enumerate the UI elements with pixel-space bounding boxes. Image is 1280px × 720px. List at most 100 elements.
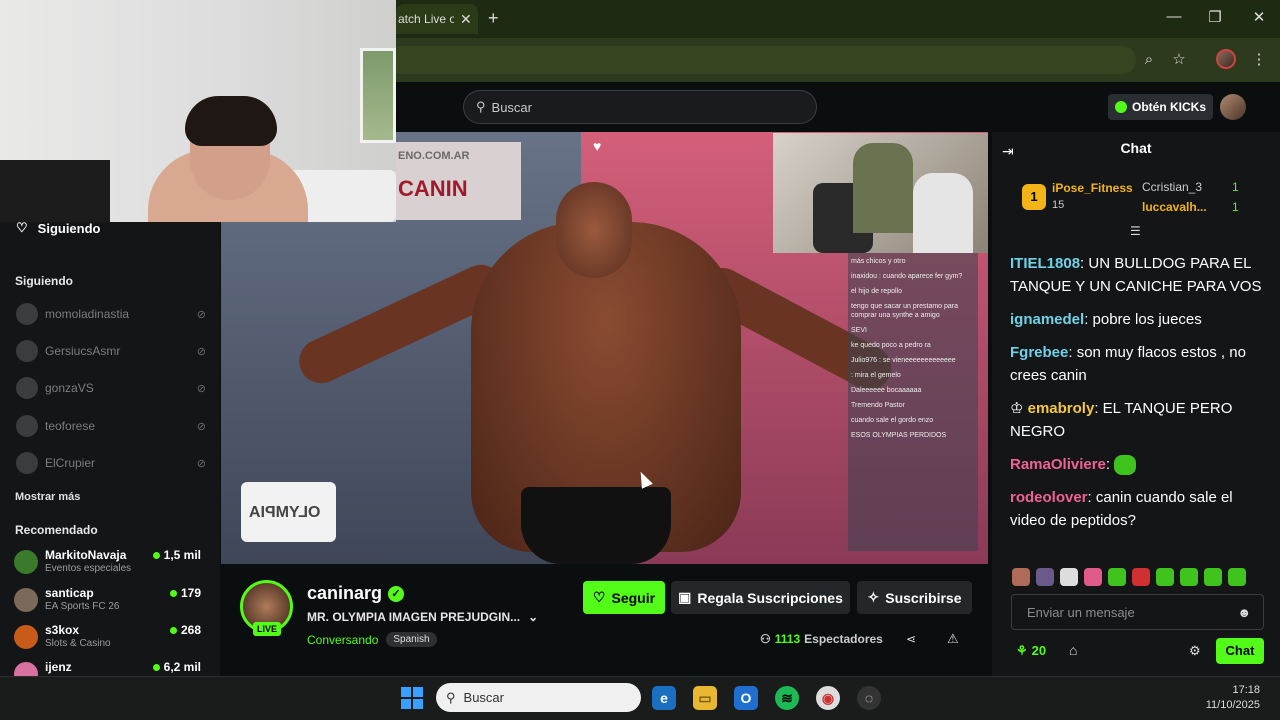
zoom-icon[interactable]: ⌕ — [1138, 49, 1160, 71]
address-field[interactable] — [396, 46, 1136, 74]
stream-title[interactable]: MR. OLYMPIA IMAGEN PREJUDGIN... ⌄ — [307, 610, 538, 624]
chat-message: ignamedel: pobre los jueces — [1010, 308, 1272, 331]
gift-subscriptions-label: Regala Suscripciones — [697, 589, 843, 606]
close-tab-icon[interactable]: ✕ — [460, 11, 472, 28]
emote-icon[interactable] — [1036, 568, 1054, 586]
viewer-count: 179 — [169, 586, 201, 600]
emote-icon[interactable] — [1108, 568, 1126, 586]
emote-icon[interactable] — [1132, 568, 1150, 586]
top-gifter-name[interactable]: iPose_Fitness — [1052, 181, 1133, 195]
taskbar-clock[interactable]: 17:18 11/10/2025 — [1190, 683, 1260, 713]
language-tag[interactable]: Spanish — [386, 632, 437, 647]
show-more-link[interactable]: Mostrar más — [15, 491, 80, 503]
chrome-icon[interactable]: ◉ — [816, 686, 840, 710]
bookmark-star-icon[interactable]: ☆ — [1168, 49, 1190, 71]
new-tab-button[interactable]: + — [488, 8, 499, 29]
sidebar-channel-gonzavs[interactable]: gonzaVS ⊘ — [16, 376, 206, 400]
taskbar-search-input[interactable]: ⚲ Buscar — [436, 683, 641, 712]
sidebar-channel-gersiucsasmr[interactable]: GersiucsAsmr ⊘ — [16, 339, 206, 363]
store-icon[interactable]: ⌂ — [1069, 642, 1077, 658]
emote-icon[interactable] — [1012, 568, 1030, 586]
search-input[interactable]: ⚲ Buscar — [463, 90, 817, 124]
chat-username[interactable]: rodeolover — [1010, 489, 1088, 506]
browser-profile-avatar[interactable] — [1216, 49, 1236, 69]
gifter-name[interactable]: luccavalh... — [1142, 200, 1207, 214]
sparkle-icon: ✧ — [867, 589, 880, 605]
streamer-name-text: caninarg — [307, 583, 383, 603]
clock-date: 11/10/2025 — [1205, 699, 1260, 711]
channel-name: teoforese — [45, 419, 96, 433]
chat-username[interactable]: ignamedel — [1010, 311, 1084, 328]
follow-button[interactable]: ♡ Seguir — [583, 581, 665, 614]
sidebar-channel-teoforese[interactable]: teoforese ⊘ — [16, 414, 206, 438]
sidebar-rec-santicap[interactable]: santicap EA Sports FC 26 179 — [14, 584, 204, 616]
sidebar-rec-markitonavaja[interactable]: MarkitoNavaja Eventos especiales 1,5 mil — [14, 546, 204, 578]
browser-menu-icon[interactable]: ⋮ — [1248, 49, 1270, 71]
heart-icon: ♥ — [593, 138, 602, 154]
sidebar-rec-ijenz[interactable]: ijenz 6,2 mil — [14, 658, 204, 676]
overlay-chat-line: SEVI — [851, 327, 867, 334]
emote-icon[interactable] — [1228, 568, 1246, 586]
expand-gifters-icon[interactable]: ☰ — [1130, 224, 1141, 238]
streamer-name[interactable]: caninarg ✓ — [307, 583, 405, 604]
video-figure-head — [556, 182, 632, 278]
overlay-chat-line: ke quedo poco a pedro ra — [851, 342, 931, 349]
maximize-button[interactable]: ❐ — [1200, 8, 1230, 26]
avatar — [14, 550, 38, 574]
channel-category: EA Sports FC 26 — [45, 601, 120, 612]
user-avatar[interactable] — [1220, 94, 1246, 120]
recording-app-icon[interactable]: ◌ — [857, 686, 881, 710]
get-kicks-label: Obtén KICKs — [1131, 100, 1206, 114]
emote-icon[interactable] — [1084, 568, 1102, 586]
viewer-count: 6,2 mil — [152, 660, 201, 674]
emote-icon[interactable] — [1204, 568, 1222, 586]
chevron-down-icon[interactable]: ⌄ — [528, 610, 538, 624]
pip-person — [853, 143, 913, 233]
outlook-icon[interactable]: O — [734, 686, 758, 710]
spotify-icon[interactable]: ≋ — [775, 686, 799, 710]
sidebar-channel-elcrupier[interactable]: ElCrupier ⊘ — [16, 451, 206, 475]
chat-username[interactable]: Fgrebee — [1010, 344, 1068, 361]
overlay-chat-line: inaxidou : cuando aparece fer gym? — [851, 273, 963, 280]
viewer-count-value: 6,2 mil — [163, 660, 201, 674]
minimize-button[interactable]: — — [1159, 8, 1189, 25]
subscribe-button[interactable]: ✧ Suscribirse — [857, 581, 972, 614]
avatar — [16, 303, 38, 325]
top-gifters-bar: 1 iPose_Fitness 15 Ccristian_3 1 luccava… — [1012, 176, 1264, 220]
report-icon[interactable]: ⚠ — [947, 631, 959, 647]
emote-icon[interactable] — [1156, 568, 1174, 586]
chat-username[interactable]: ITIEL1808 — [1010, 255, 1080, 272]
tab-title: atch Live o — [398, 12, 454, 26]
taskbar-search-placeholder: Buscar — [463, 690, 504, 705]
windows-start-icon[interactable] — [401, 687, 423, 709]
chat-username[interactable]: emabroly — [1028, 400, 1095, 417]
share-icon[interactable]: ⋖ — [906, 632, 916, 646]
get-kicks-button[interactable]: Obtén KICKs — [1108, 94, 1213, 120]
sidebar-rec-s3kox[interactable]: s3kox Slots & Casino 268 — [14, 621, 204, 653]
edge-icon[interactable]: e — [652, 686, 676, 710]
emote-icon[interactable] — [1180, 568, 1198, 586]
gear-icon[interactable]: ⚙ — [1189, 643, 1201, 659]
stream-category-row: Conversando Spanish — [307, 632, 437, 647]
kicks-balance[interactable]: ⚘ 20 — [1016, 643, 1046, 659]
chat-username[interactable]: RamaOliviere — [1010, 456, 1106, 473]
browser-tab[interactable]: atch Live o ✕ — [396, 4, 478, 34]
overlay-chat-line: el hijo de repollo — [851, 288, 902, 295]
emoji-picker-icon[interactable]: ☻ — [1237, 605, 1251, 620]
close-window-button[interactable]: ✕ — [1244, 8, 1274, 26]
emote-bar — [1012, 568, 1264, 588]
gift-subscriptions-button[interactable]: ▣ Regala Suscripciones — [671, 581, 850, 614]
sponsor-banner-text: CANIN — [398, 176, 468, 201]
stream-category[interactable]: Conversando — [307, 633, 378, 647]
chat-send-button[interactable]: Chat — [1216, 638, 1264, 664]
chat-message-input[interactable]: Enviar un mensaje ☻ — [1011, 594, 1264, 630]
file-explorer-icon[interactable]: ▭ — [693, 686, 717, 710]
chat-text: : pobre los jueces — [1084, 311, 1202, 328]
sidebar-following-link[interactable]: ♡ Siguiendo — [16, 220, 101, 236]
gifter-name[interactable]: Ccristian_3 — [1142, 180, 1202, 194]
emote-icon[interactable] — [1060, 568, 1078, 586]
avatar — [16, 415, 38, 437]
live-dot-icon — [169, 589, 177, 597]
stream-chat-overlay: más chicos y otro inaxidou : cuando apar… — [848, 253, 978, 551]
sidebar-channel-momoladinastia[interactable]: momoladinastia ⊘ — [16, 302, 206, 326]
